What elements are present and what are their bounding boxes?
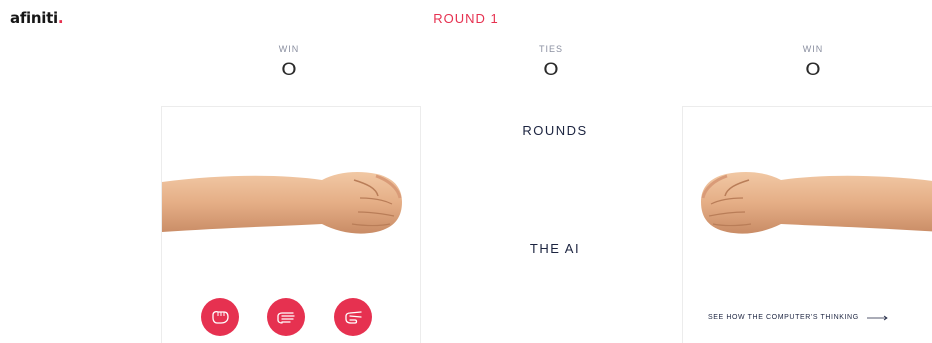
scissors-button[interactable] <box>334 298 372 336</box>
player-win-label: WIN <box>278 44 300 54</box>
player-win-count: O <box>281 60 297 80</box>
round-title: ROUND 1 <box>433 11 499 26</box>
computer-win-count: O <box>805 60 821 80</box>
rounds-label: ROUNDS <box>522 123 588 138</box>
the-ai-label: THE AI <box>529 241 581 256</box>
ties-score: TIES O <box>501 44 601 80</box>
player-score: WIN O <box>239 44 339 80</box>
ties-label: TIES <box>538 44 563 54</box>
arrow-right-icon <box>866 315 888 320</box>
player-rock-hand-icon <box>162 172 402 234</box>
computer-card <box>682 106 932 343</box>
player-card <box>161 106 421 343</box>
computer-rock-hand-icon <box>701 172 932 234</box>
rock-button[interactable] <box>201 298 239 336</box>
ties-count: O <box>543 60 559 80</box>
thinking-link-text: SEE HOW THE COMPUTER'S THINKING <box>708 314 859 321</box>
computer-win-label: WIN <box>802 44 824 54</box>
see-computer-thinking-link[interactable]: SEE HOW THE COMPUTER'S THINKING <box>708 314 889 321</box>
paper-hand-icon <box>277 312 295 324</box>
computer-score: WIN O <box>763 44 863 80</box>
rock-hand-icon <box>212 310 229 324</box>
paper-button[interactable] <box>267 298 305 336</box>
scissors-hand-icon <box>345 311 362 324</box>
